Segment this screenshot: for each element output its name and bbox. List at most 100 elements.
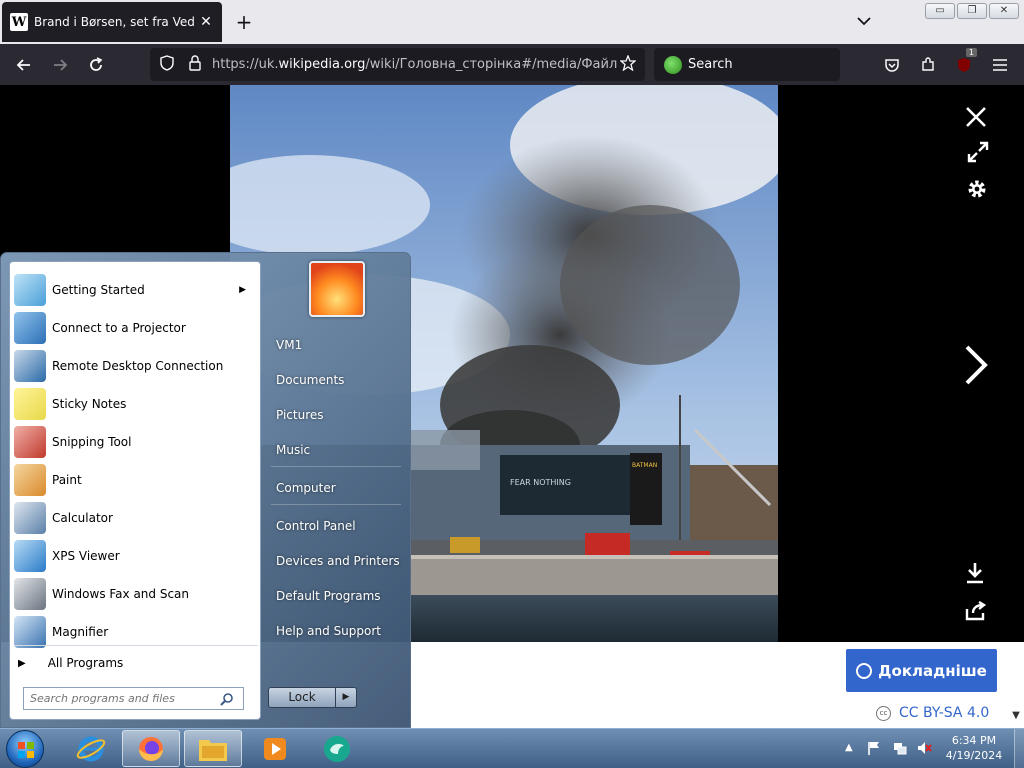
forward-button[interactable] [47, 52, 73, 78]
user-picture[interactable] [309, 261, 365, 317]
file-explorer-icon[interactable] [184, 730, 242, 767]
extension-badge: 1 [965, 48, 977, 57]
list-tabs-chevron-icon[interactable] [852, 10, 876, 34]
all-programs-button[interactable]: ▶ All Programs [18, 652, 254, 674]
paint-icon [14, 464, 46, 496]
window-close-button[interactable]: ✕ [989, 3, 1019, 19]
info-icon [856, 662, 873, 679]
lock-button-label[interactable]: Lock [269, 688, 336, 707]
start-button[interactable] [6, 730, 44, 768]
network-icon[interactable] [892, 740, 908, 756]
firefox-icon[interactable] [122, 730, 180, 767]
settings-gear-icon[interactable] [963, 175, 991, 203]
start-program-label: Sticky Notes [52, 397, 127, 411]
restore-button[interactable]: ❐ [957, 3, 987, 19]
banner-text-fear: FEAR NOTHING [510, 478, 571, 487]
next-image-chevron-icon[interactable] [960, 343, 992, 387]
tab-bar: W Brand i Børsen, set fra Ved Stranden ✕… [0, 0, 1024, 44]
start-program-item[interactable]: Connect to a Projector [14, 310, 258, 346]
start-program-item[interactable]: Paint [14, 462, 258, 498]
media-player-icon[interactable] [246, 730, 304, 767]
start-right-item[interactable]: Devices and Printers [276, 554, 400, 568]
show-desktop-button[interactable] [1014, 729, 1024, 768]
calculator-icon [14, 502, 46, 534]
search-bar[interactable]: Search [654, 48, 840, 81]
creative-commons-icon: cc [876, 705, 891, 721]
start-program-label: Getting Started [52, 283, 145, 297]
start-program-label: Remote Desktop Connection [52, 359, 224, 373]
system-clock[interactable]: 6:34 PM 4/19/2024 [940, 733, 1008, 763]
start-program-label: Snipping Tool [52, 435, 132, 449]
start-search-input[interactable] [30, 692, 220, 705]
details-button[interactable]: Докладніше [846, 649, 997, 692]
fax-scan-icon [14, 578, 46, 610]
license-link[interactable]: cc CC BY-SA 4.0 [876, 705, 989, 721]
url-bar[interactable]: https://uk.wikipedia.org/wiki/Головна_ст… [150, 48, 645, 81]
details-button-label: Докладніше [878, 661, 987, 680]
start-right-item[interactable]: Control Panel [276, 519, 356, 533]
start-right-separator [271, 504, 401, 505]
extensions-icon[interactable] [915, 52, 941, 78]
start-right-item[interactable]: Computer [276, 481, 336, 495]
start-program-item[interactable]: Remote Desktop Connection [14, 348, 258, 384]
start-program-label: Connect to a Projector [52, 321, 186, 335]
license-label: CC BY-SA 4.0 [899, 705, 990, 721]
wikipedia-favicon-icon: W [10, 13, 28, 31]
pocket-icon[interactable] [879, 52, 905, 78]
minimize-button[interactable]: ▭ [925, 3, 955, 19]
start-program-item[interactable]: Getting Started ▶ [14, 272, 258, 308]
xps-viewer-icon [14, 540, 46, 572]
action-center-flag-icon[interactable] [866, 740, 882, 756]
lock-icon[interactable] [184, 54, 206, 75]
internet-explorer-icon[interactable] [62, 730, 120, 767]
start-right-item[interactable]: Documents [276, 373, 344, 387]
search-icon[interactable] [220, 692, 234, 706]
programs-separator [14, 645, 258, 646]
banner-text-batman: BATMAN [632, 462, 657, 469]
clock-date: 4/19/2024 [945, 749, 1003, 762]
new-tab-button[interactable]: + [232, 10, 256, 34]
snipping-tool-icon [14, 426, 46, 458]
search-placeholder: Search [688, 57, 733, 72]
start-program-label: Paint [52, 473, 82, 487]
fullscreen-icon[interactable] [964, 138, 992, 166]
start-program-item[interactable]: XPS Viewer [14, 538, 258, 574]
tracking-shield-icon[interactable] [156, 54, 178, 75]
remote-desktop-icon [14, 350, 46, 382]
bookmark-star-icon[interactable] [617, 53, 639, 75]
clock-time: 6:34 PM [951, 734, 997, 747]
url-text[interactable]: https://uk.wikipedia.org/wiki/Головна_ст… [212, 57, 617, 72]
tab-close-icon[interactable]: ✕ [198, 14, 214, 30]
share-icon[interactable] [963, 598, 989, 624]
ublock-icon[interactable]: 1 [951, 48, 977, 78]
shutdown-options-arrow-icon[interactable]: ▶ [336, 688, 356, 707]
start-right-item[interactable]: Help and Support [276, 624, 381, 638]
start-program-item[interactable]: Snipping Tool [14, 424, 258, 460]
scroll-down-arrow-icon[interactable]: ▼ [1008, 710, 1024, 728]
start-right-item[interactable]: Music [276, 443, 310, 457]
menu-icon[interactable] [987, 52, 1013, 78]
download-icon[interactable] [962, 560, 988, 586]
start-program-item[interactable]: Calculator [14, 500, 258, 536]
start-right-item[interactable]: VM1 [276, 338, 302, 352]
start-right-item[interactable]: Default Programs [276, 589, 381, 603]
close-viewer-icon[interactable] [962, 103, 990, 131]
start-menu: Getting Started ▶ Connect to a Projector Re… [0, 252, 411, 728]
show-hidden-icons-icon[interactable]: ▲ [845, 742, 861, 758]
reload-button[interactable] [83, 52, 109, 78]
start-program-item[interactable]: Sticky Notes [14, 386, 258, 422]
start-right-item[interactable]: Pictures [276, 408, 324, 422]
volume-muted-icon[interactable] [916, 740, 932, 756]
start-program-label: Magnifier [52, 625, 109, 639]
browser-tab[interactable]: W Brand i Børsen, set fra Ved Stranden ✕ [2, 2, 222, 42]
projector-icon [14, 312, 46, 344]
start-program-item[interactable]: Windows Fax and Scan [14, 576, 258, 612]
start-right-separator [271, 466, 401, 467]
sticky-notes-icon [14, 388, 46, 420]
start-search-box[interactable] [23, 687, 244, 710]
getting-started-icon [14, 274, 46, 306]
tab-title: Brand i Børsen, set fra Ved Stranden [34, 15, 194, 29]
lock-button[interactable]: Lock ▶ [268, 687, 357, 708]
back-button[interactable] [11, 52, 37, 78]
app-icon[interactable] [308, 730, 366, 767]
